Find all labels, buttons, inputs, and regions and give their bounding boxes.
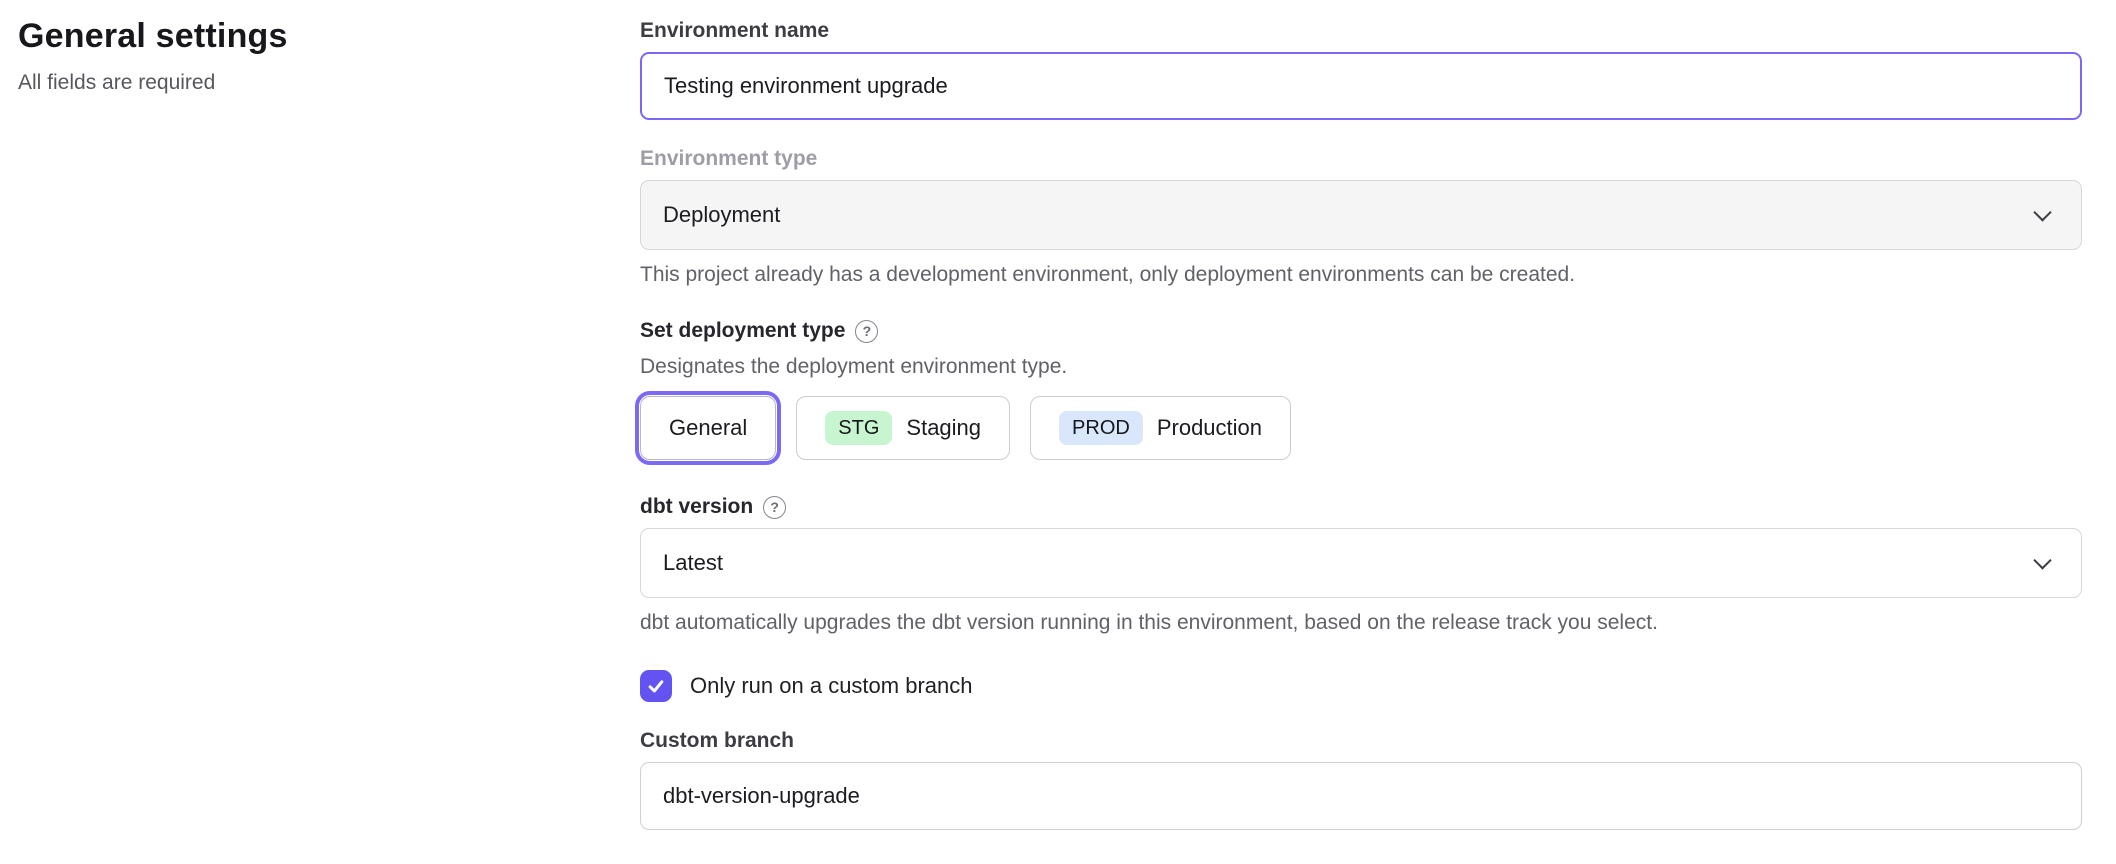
environment-type-value: Deployment xyxy=(663,202,780,228)
dbt-version-helper: dbt automatically upgrades the dbt versi… xyxy=(640,610,2082,636)
page-subtitle: All fields are required xyxy=(18,70,578,96)
custom-branch-checkbox-label: Only run on a custom branch xyxy=(690,673,972,699)
deployment-option-general[interactable]: General xyxy=(640,396,776,460)
environment-name-input[interactable] xyxy=(640,52,2082,120)
dbt-version-label: dbt version ? xyxy=(640,494,2082,520)
custom-branch-input[interactable] xyxy=(640,762,2082,830)
stg-badge: STG xyxy=(825,411,892,445)
check-icon xyxy=(646,676,666,696)
prod-badge: PROD xyxy=(1059,411,1143,445)
deployment-option-staging[interactable]: STG Staging xyxy=(796,396,1010,460)
chevron-down-icon xyxy=(2033,551,2051,569)
custom-branch-label: Custom branch xyxy=(640,728,2082,754)
help-icon[interactable]: ? xyxy=(855,320,878,343)
custom-branch-checkbox-row[interactable]: Only run on a custom branch xyxy=(640,670,2082,702)
settings-intro: General settings All fields are required xyxy=(18,14,578,96)
environment-settings-form: Environment name Environment type Deploy… xyxy=(640,0,2082,830)
environment-type-helper: This project already has a development e… xyxy=(640,262,2082,288)
deployment-option-label: Production xyxy=(1157,415,1262,441)
environment-type-select[interactable]: Deployment xyxy=(640,180,2082,250)
deployment-type-options: General STG Staging PROD Production xyxy=(640,396,2082,460)
deployment-option-production[interactable]: PROD Production xyxy=(1030,396,1291,460)
environment-name-label: Environment name xyxy=(640,18,2082,44)
deployment-option-label: Staging xyxy=(906,415,981,441)
help-icon[interactable]: ? xyxy=(763,496,786,519)
page-title: General settings xyxy=(18,14,578,58)
environment-type-label: Environment type xyxy=(640,146,2082,172)
dbt-version-select[interactable]: Latest xyxy=(640,528,2082,598)
deployment-option-label: General xyxy=(669,415,747,441)
dbt-version-value: Latest xyxy=(663,550,723,576)
general-settings-page: General settings All fields are required… xyxy=(0,0,2116,864)
deployment-type-label: Set deployment type ? xyxy=(640,318,2082,344)
chevron-down-icon xyxy=(2033,203,2051,221)
deployment-type-helper: Designates the deployment environment ty… xyxy=(640,354,2082,380)
checkbox-checked-icon[interactable] xyxy=(640,670,672,702)
